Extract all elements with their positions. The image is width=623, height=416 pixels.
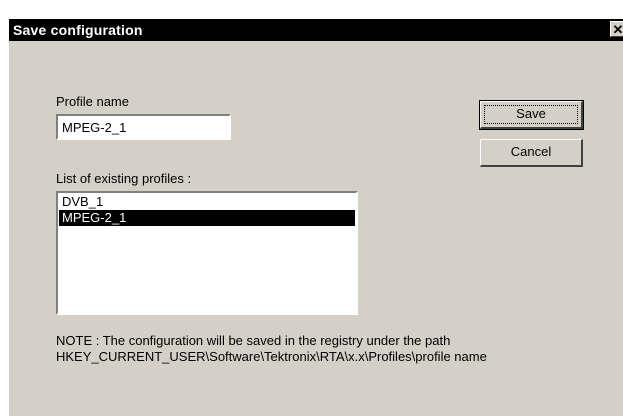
existing-profiles-label: List of existing profiles : (56, 171, 192, 186)
close-icon: ✕ (612, 22, 623, 37)
save-button-label: Save (516, 106, 546, 121)
cancel-button[interactable]: Cancel (480, 139, 583, 167)
save-button[interactable]: Save (479, 100, 584, 130)
list-item[interactable]: MPEG-2_1 (59, 210, 355, 226)
profile-name-input[interactable] (56, 114, 231, 140)
dialog-title: Save configuration (13, 22, 143, 38)
save-configuration-dialog: Save configuration ✕ Profile name List o… (8, 18, 623, 416)
list-item[interactable]: DVB_1 (59, 194, 355, 210)
list-item-label: DVB_1 (62, 194, 104, 209)
profile-name-label: Profile name (56, 94, 129, 109)
close-button[interactable]: ✕ (610, 21, 623, 37)
existing-profiles-listbox[interactable]: DVB_1 MPEG-2_1 (56, 191, 358, 315)
list-item-label: MPEG-2_1 (62, 210, 127, 225)
title-bar[interactable]: Save configuration ✕ (9, 19, 623, 41)
note-line-2: HKEY_CURRENT_USER\Software\Tektronix\RTA… (56, 349, 487, 364)
cancel-button-label: Cancel (510, 144, 552, 159)
note-line-1: NOTE : The configuration will be saved i… (56, 333, 451, 348)
